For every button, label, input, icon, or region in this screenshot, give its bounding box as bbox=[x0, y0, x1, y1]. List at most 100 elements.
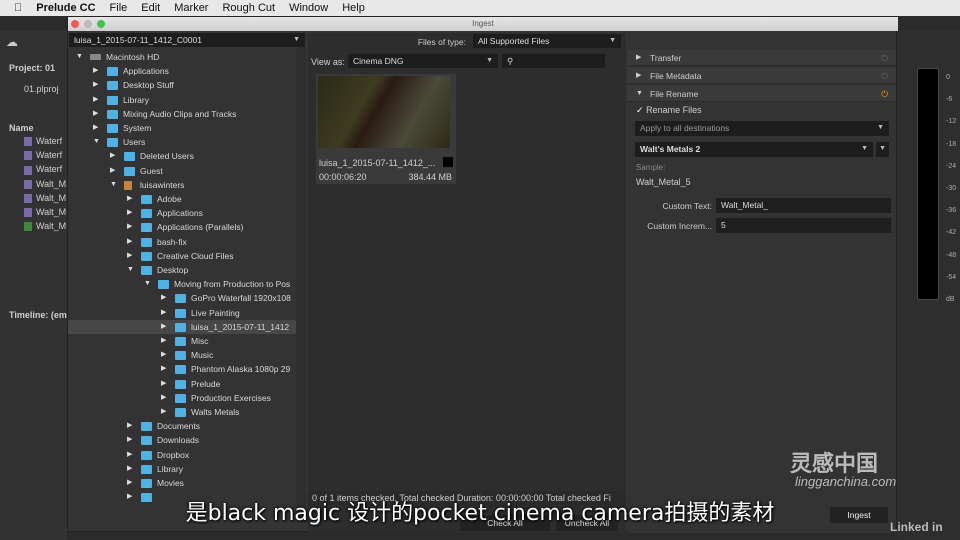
chevron-right-icon[interactable]: ▶ bbox=[127, 192, 132, 206]
tree-item[interactable]: ▶ Applications bbox=[68, 64, 296, 78]
tree-item[interactable]: ▼ Macintosh HD bbox=[68, 50, 296, 64]
menu-window[interactable]: Window bbox=[289, 2, 328, 14]
preset-menu-button[interactable]: ▼ bbox=[876, 142, 889, 157]
tree-item[interactable]: ▶ Music bbox=[68, 348, 296, 362]
clip-item[interactable]: Waterf bbox=[24, 164, 62, 175]
chevron-right-icon[interactable]: ▶ bbox=[93, 64, 98, 78]
chevron-right-icon[interactable]: ▶ bbox=[161, 405, 166, 419]
custom-text-input[interactable]: Walt_Metal_ bbox=[716, 198, 891, 213]
tree-item[interactable]: ▶ Live Painting bbox=[68, 306, 296, 320]
project-file[interactable]: 01.plproj bbox=[24, 84, 59, 94]
tree-item[interactable]: ▶ bash-fix bbox=[68, 235, 296, 249]
chevron-right-icon[interactable]: ▶ bbox=[127, 448, 132, 462]
section-file-rename[interactable]: ▼ File Rename ⏻ bbox=[628, 86, 896, 102]
menu-rough-cut[interactable]: Rough Cut bbox=[222, 2, 275, 14]
tree-item[interactable]: ▶ Prelude bbox=[68, 377, 296, 391]
tree-item[interactable]: ▶ Library bbox=[68, 462, 296, 476]
source-dropdown[interactable]: luisa_1_2015-07-11_1412_C0001 ▼ bbox=[69, 33, 305, 47]
tree-item[interactable]: ▼ luisawinters bbox=[68, 178, 296, 192]
tree-item[interactable]: ▶ Adobe bbox=[68, 192, 296, 206]
custom-increment-input[interactable]: 5 bbox=[716, 218, 891, 233]
tree-item[interactable]: ▶ Library bbox=[68, 93, 296, 107]
tree-item[interactable]: ▶ Production Exercises bbox=[68, 391, 296, 405]
chevron-right-icon[interactable]: ▶ bbox=[93, 78, 98, 92]
chevron-right-icon[interactable]: ▶ bbox=[161, 291, 166, 305]
clip-item[interactable]: Waterf bbox=[24, 150, 62, 161]
tree-item[interactable]: ▶ Documents bbox=[68, 419, 296, 433]
files-of-type-dropdown[interactable]: All Supported Files ▼ bbox=[473, 34, 621, 48]
chevron-right-icon[interactable]: ▶ bbox=[127, 206, 132, 220]
ingest-button[interactable]: Ingest bbox=[830, 507, 888, 523]
chevron-right-icon[interactable]: ▶ bbox=[161, 391, 166, 405]
chevron-down-icon[interactable]: ▼ bbox=[76, 50, 83, 64]
chevron-down-icon[interactable]: ▼ bbox=[93, 135, 100, 149]
tree-item[interactable]: ▼ Users bbox=[68, 135, 296, 149]
tree-item[interactable]: ▶ Phantom Alaska 1080p 29 bbox=[68, 362, 296, 376]
chevron-down-icon[interactable]: ▼ bbox=[110, 178, 117, 192]
clip-checkbox[interactable] bbox=[443, 157, 453, 167]
tree-item[interactable]: ▶ Dropbox bbox=[68, 448, 296, 462]
clip-item[interactable]: Walt_M bbox=[24, 207, 66, 218]
chevron-right-icon[interactable]: ▶ bbox=[127, 462, 132, 476]
tree-item[interactable]: ▼ Moving from Production to Pos bbox=[68, 277, 296, 291]
tree-item[interactable]: ▶ Guest bbox=[68, 164, 296, 178]
chevron-right-icon[interactable]: ▶ bbox=[110, 164, 115, 178]
zoom-button[interactable] bbox=[97, 20, 105, 28]
name-header[interactable]: Name bbox=[9, 123, 34, 133]
chevron-right-icon[interactable]: ▶ bbox=[127, 476, 132, 490]
chevron-right-icon[interactable]: ▶ bbox=[93, 93, 98, 107]
tree-item[interactable]: ▶ luisa_1_2015-07-11_1412 bbox=[68, 319, 296, 334]
tree-item[interactable]: ▶ Downloads bbox=[68, 433, 296, 447]
tree-item[interactable]: ▶ System bbox=[68, 121, 296, 135]
chevron-right-icon[interactable]: ▶ bbox=[161, 377, 166, 391]
section-file-metadata[interactable]: ▶ File Metadata ⏻ bbox=[628, 68, 896, 84]
chevron-down-icon[interactable]: ▼ bbox=[144, 277, 151, 291]
chevron-right-icon[interactable]: ▶ bbox=[161, 320, 166, 334]
tree-item[interactable]: ▼ Desktop bbox=[68, 263, 296, 277]
power-icon[interactable]: ⏻ bbox=[881, 50, 888, 66]
chevron-right-icon[interactable]: ▶ bbox=[161, 306, 166, 320]
chevron-right-icon[interactable]: ▶ bbox=[93, 107, 98, 121]
tree-item[interactable]: ▶ Applications bbox=[68, 206, 296, 220]
tree-item[interactable]: ▶ Desktop Stuff bbox=[68, 78, 296, 92]
chevron-right-icon[interactable]: ▶ bbox=[127, 235, 132, 249]
chevron-right-icon[interactable]: ▶ bbox=[110, 149, 115, 163]
chevron-right-icon[interactable]: ▶ bbox=[127, 419, 132, 433]
rename-files-checkbox[interactable]: ✓ Rename Files bbox=[636, 105, 702, 116]
menu-app[interactable]: Prelude CC bbox=[36, 2, 95, 14]
apple-icon[interactable]:  bbox=[14, 2, 22, 14]
tree-scrollbar[interactable] bbox=[296, 48, 306, 518]
rename-preset-dropdown[interactable]: Walt's Metals 2 ▼ bbox=[635, 142, 873, 157]
clip-thumbnail-card[interactable]: luisa_1_2015-07-11_1412_... 00:00:06:20 … bbox=[316, 74, 456, 184]
search-input[interactable]: ⚲ bbox=[502, 54, 605, 68]
view-as-dropdown[interactable]: Cinema DNG ▼ bbox=[348, 54, 498, 68]
chevron-right-icon[interactable]: ▶ bbox=[161, 362, 166, 376]
close-button[interactable] bbox=[71, 20, 79, 28]
clip-item[interactable]: Walt_M bbox=[24, 193, 66, 203]
creative-cloud-icon[interactable]: ☁ bbox=[6, 35, 18, 49]
tree-item[interactable]: ▶ Applications (Parallels) bbox=[68, 220, 296, 234]
menu-file[interactable]: File bbox=[110, 2, 128, 14]
section-transfer[interactable]: ▶ Transfer ⏻ bbox=[628, 50, 896, 66]
chevron-right-icon[interactable]: ▶ bbox=[127, 249, 132, 263]
chevron-right-icon[interactable]: ▶ bbox=[161, 334, 166, 348]
tree-item[interactable]: ▶ Creative Cloud Files bbox=[68, 249, 296, 263]
tree-item[interactable]: ▶ Walts Metals bbox=[68, 405, 296, 419]
tree-item[interactable]: ▶ Mixing Audio Clips and Tracks bbox=[68, 107, 296, 121]
clip-item[interactable]: Walt_M bbox=[24, 221, 66, 232]
menu-edit[interactable]: Edit bbox=[141, 2, 160, 14]
power-icon[interactable]: ⏻ bbox=[881, 68, 888, 84]
tree-item[interactable]: ▶ Deleted Users bbox=[68, 149, 296, 163]
tree-item[interactable]: ▶ Misc bbox=[68, 334, 296, 348]
power-icon[interactable]: ⏻ bbox=[881, 86, 888, 102]
clip-item[interactable]: Walt_M bbox=[24, 179, 66, 189]
menu-help[interactable]: Help bbox=[342, 2, 365, 14]
chevron-right-icon[interactable]: ▶ bbox=[161, 348, 166, 362]
minimize-button[interactable] bbox=[84, 20, 92, 28]
chevron-right-icon[interactable]: ▶ bbox=[93, 121, 98, 135]
menu-marker[interactable]: Marker bbox=[174, 2, 208, 14]
chevron-right-icon[interactable]: ▶ bbox=[127, 433, 132, 447]
chevron-right-icon[interactable]: ▶ bbox=[127, 490, 132, 504]
clip-item[interactable]: Waterf bbox=[24, 136, 62, 147]
chevron-down-icon[interactable]: ▼ bbox=[127, 263, 134, 277]
